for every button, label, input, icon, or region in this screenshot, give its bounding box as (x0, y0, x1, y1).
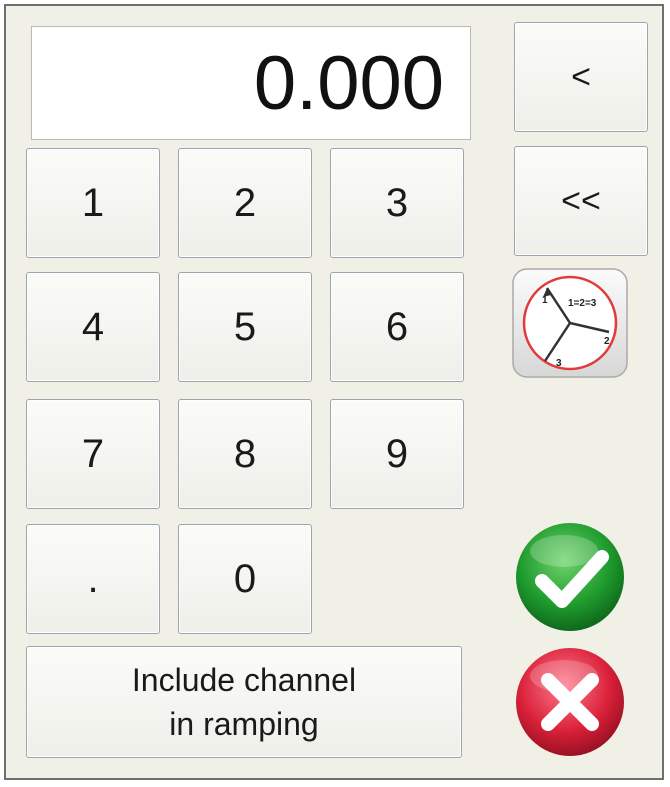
key-7[interactable]: 7 (26, 399, 160, 509)
key-5[interactable]: 5 (178, 272, 312, 382)
ok-button[interactable] (514, 521, 626, 633)
phase-1-label: 1 (542, 295, 548, 306)
key-4[interactable]: 4 (26, 272, 160, 382)
three-phase-symmetric-button[interactable]: 1 1=2=3 2 3 (512, 268, 628, 378)
ramping-label-line2: in ramping (169, 706, 319, 742)
include-channel-in-ramping-button[interactable]: Include channel in ramping (26, 646, 462, 758)
ramping-label-line1: Include channel (131, 662, 357, 698)
x-icon (516, 648, 624, 756)
key-0[interactable]: 0 (178, 524, 312, 634)
numeric-keypad-panel: 0.000 1 2 3 4 5 6 7 8 9 . 0 Include chan… (4, 4, 664, 780)
phase-3-label: 3 (556, 358, 562, 369)
backspace-button[interactable]: < (514, 22, 648, 132)
key-8[interactable]: 8 (178, 399, 312, 509)
three-phase-icon: 1 1=2=3 2 3 (512, 268, 628, 378)
phase-equal-label: 1=2=3 (568, 298, 597, 309)
key-3[interactable]: 3 (330, 148, 464, 258)
key-2[interactable]: 2 (178, 148, 312, 258)
clear-button[interactable]: << (514, 146, 648, 256)
key-1[interactable]: 1 (26, 148, 160, 258)
check-icon (516, 523, 624, 631)
value-display: 0.000 (31, 26, 471, 140)
display-value: 0.000 (253, 40, 444, 126)
cancel-button[interactable] (514, 646, 626, 758)
phase-2-label: 2 (604, 336, 610, 347)
key-9[interactable]: 9 (330, 399, 464, 509)
key-6[interactable]: 6 (330, 272, 464, 382)
key-decimal-point[interactable]: . (26, 524, 160, 634)
